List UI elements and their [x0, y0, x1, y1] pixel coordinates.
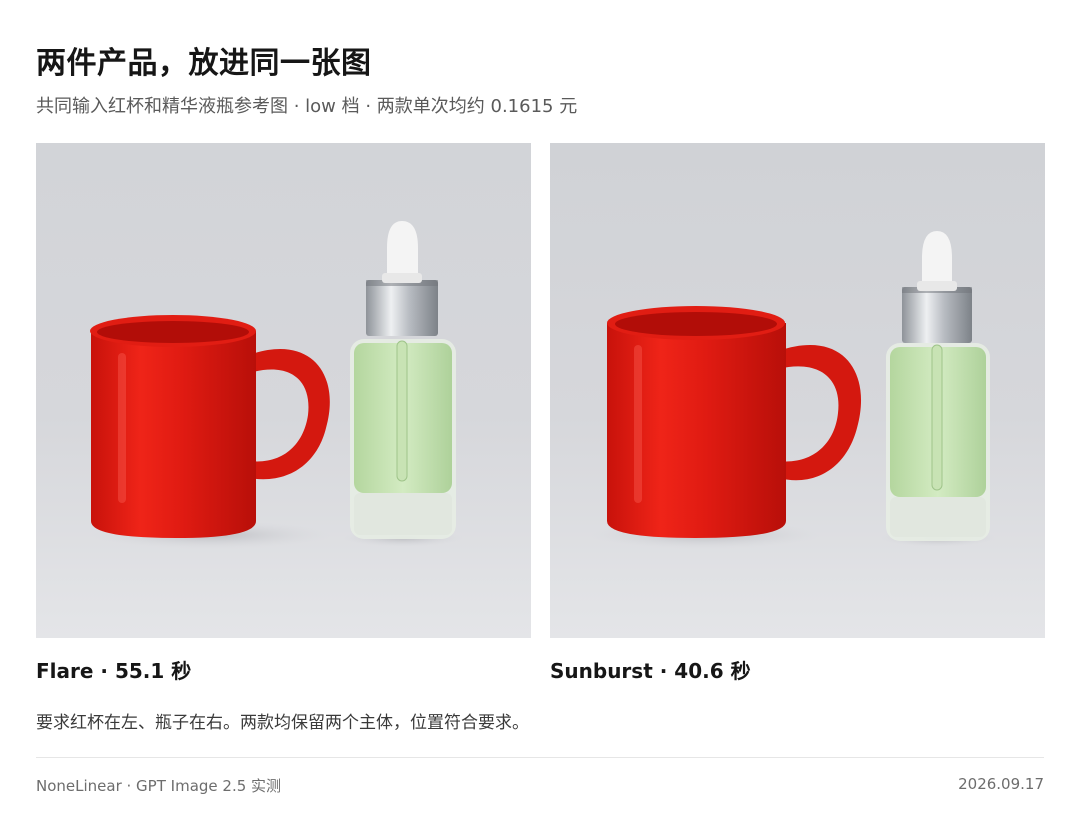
mug-and-serum-photo: [550, 143, 1045, 638]
divider: [36, 757, 1044, 758]
footer-date: 2026.09.17: [958, 775, 1044, 793]
page-subtitle: 共同输入红杯和精华液瓶参考图 · low 档 · 两款单次均约 0.1615 元: [36, 96, 578, 117]
footer-source: NoneLinear · GPT Image 2.5 实测: [36, 777, 282, 795]
result-image-sunburst[interactable]: [550, 143, 1045, 638]
caption-flare: Flare · 55.1 秒: [36, 659, 192, 683]
result-image-flare[interactable]: [36, 143, 531, 638]
caption-sunburst: Sunburst · 40.6 秒: [550, 659, 751, 683]
result-note: 要求红杯在左、瓶子在右。两款均保留两个主体，位置符合要求。: [36, 713, 529, 733]
page-title: 两件产品，放进同一张图: [36, 46, 372, 81]
mug-and-serum-photo: [36, 143, 531, 638]
